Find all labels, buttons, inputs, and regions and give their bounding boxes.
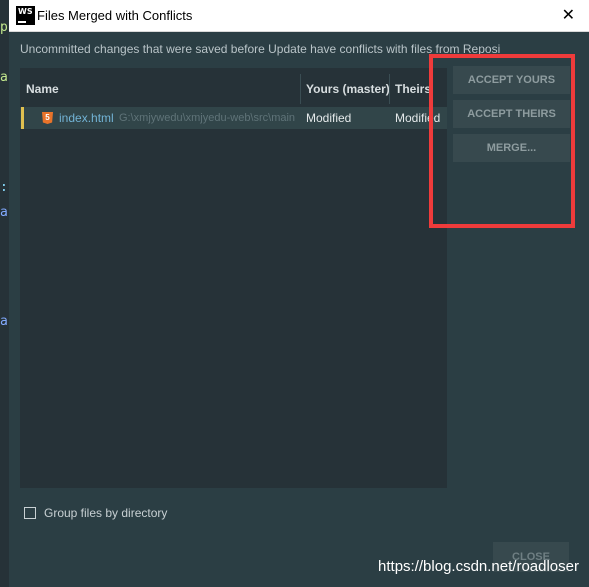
close-icon[interactable]: ✕: [562, 5, 575, 24]
webstorm-app-icon: WS: [16, 6, 35, 25]
html5-icon: 5: [42, 112, 53, 124]
table-row[interactable]: 5 index.html G:\xmjywedu\xmjyedu-web\src…: [20, 107, 447, 129]
file-name: index.html: [59, 111, 114, 125]
watermark-text: https://blog.csdn.net/roadloser: [378, 558, 579, 575]
red-annotation-box: [429, 54, 575, 228]
column-header-theirs[interactable]: Theirs: [395, 82, 431, 96]
group-by-directory-label[interactable]: Group files by directory: [44, 506, 167, 520]
column-header-yours[interactable]: Yours (master): [306, 82, 390, 96]
title-bar: WS Files Merged with Conflicts ✕: [9, 0, 589, 32]
files-merged-dialog: WS Files Merged with Conflicts ✕ Uncommi…: [9, 0, 589, 587]
table-header: Name Yours (master) Theirs: [20, 68, 447, 106]
row-selection-marker: [21, 107, 24, 129]
editor-glyph: p: [0, 20, 8, 35]
group-by-directory-checkbox[interactable]: [24, 507, 36, 519]
editor-glyph: :: [0, 180, 8, 195]
yours-status: Modified: [306, 111, 352, 125]
editor-glyph: a: [0, 314, 8, 329]
conflict-message: Uncommitted changes that were saved befo…: [20, 42, 500, 56]
editor-glyph: a: [0, 205, 8, 220]
conflicts-table: Name Yours (master) Theirs 5 index.html …: [20, 68, 447, 488]
column-divider[interactable]: [300, 74, 301, 104]
background-editor-strip: p a : a a: [0, 0, 9, 587]
file-path: G:\xmjywedu\xmjyedu-web\src\main: [119, 112, 296, 124]
column-header-name[interactable]: Name: [26, 82, 59, 96]
column-divider[interactable]: [389, 74, 390, 104]
editor-glyph: a: [0, 70, 8, 85]
dialog-title: Files Merged with Conflicts: [37, 8, 193, 23]
